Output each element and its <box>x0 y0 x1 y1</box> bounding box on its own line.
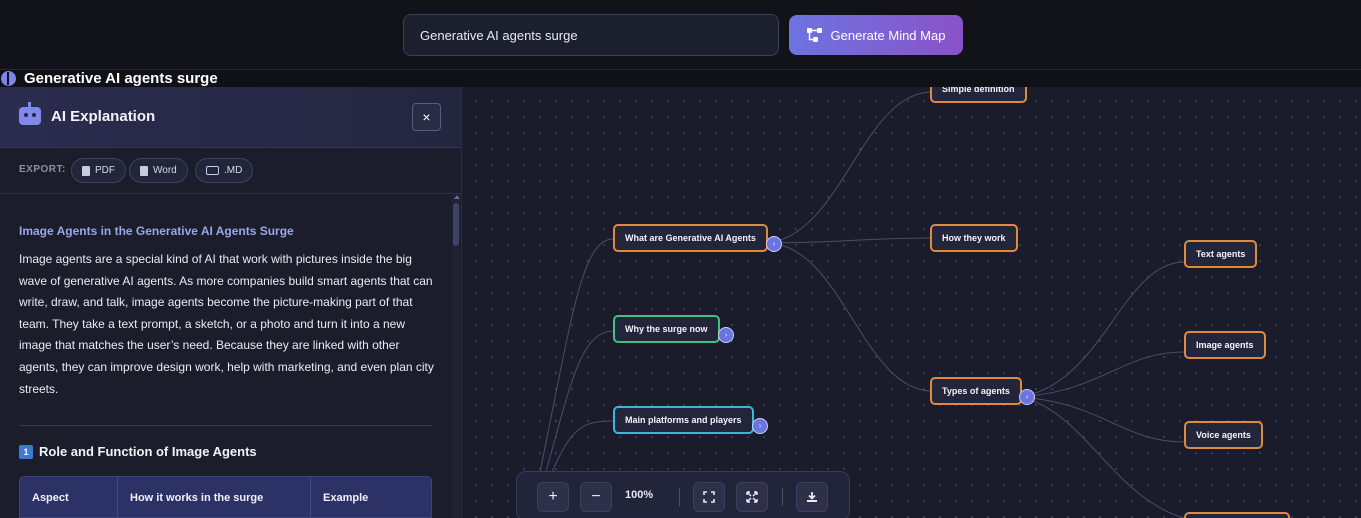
page-title-row: Generative AI agents surge <box>0 70 1361 87</box>
export-pdf-button[interactable]: PDF <box>71 158 126 183</box>
table-header-aspect: Aspect <box>20 477 118 517</box>
panel-title: AI Explanation <box>51 108 156 125</box>
zoom-in-button[interactable]: + <box>537 482 569 512</box>
table-header-how: How it works in the surge <box>118 477 311 517</box>
topic-input[interactable] <box>403 14 779 56</box>
node-types-of-agents[interactable]: Types of agents <box>930 377 1022 405</box>
pdf-file-icon <box>82 165 90 176</box>
toolbar-separator <box>782 488 783 506</box>
collapse-toggle-icon[interactable]: ‹ <box>1019 389 1035 405</box>
generate-mind-map-button[interactable]: Generate Mind Map <box>789 15 963 55</box>
node-voice-agents[interactable]: Voice agents <box>1184 421 1263 449</box>
section-title: Image Agents in the Generative AI Agents… <box>19 224 294 238</box>
close-panel-button[interactable]: × <box>412 103 441 131</box>
table-header-row: Aspect How it works in the surge Example <box>19 476 432 518</box>
panel-scrollbar[interactable] <box>452 195 460 518</box>
fit-screen-icon <box>703 491 715 503</box>
download-icon <box>807 492 817 502</box>
page-title: Generative AI agents surge <box>24 70 218 87</box>
export-md-label: .MD <box>224 165 243 176</box>
mind-map-icon <box>806 28 822 42</box>
explanation-content: Image Agents in the Generative AI Agents… <box>0 195 452 518</box>
explanation-paragraph: Image agents are a special kind of AI th… <box>19 252 434 396</box>
scrollbar-thumb[interactable] <box>453 203 459 246</box>
markdown-icon <box>206 166 219 175</box>
brain-icon <box>1 71 16 86</box>
scroll-up-arrow-icon[interactable] <box>454 195 460 199</box>
top-bar: Generate Mind Map <box>0 0 1361 70</box>
node-how-they-work[interactable]: How they work <box>930 224 1018 252</box>
toolbar-separator <box>679 488 680 506</box>
export-word-label: Word <box>153 165 177 176</box>
divider <box>19 425 432 426</box>
ai-explanation-panel: AI Explanation × EXPORT: PDF Word .MD Im… <box>0 87 462 518</box>
node-why-the-surge-now[interactable]: Why the surge now <box>613 315 720 343</box>
section-heading-text: Role and Function of Image Agents <box>39 444 257 459</box>
node-partial[interactable] <box>1184 512 1290 518</box>
section-heading: 1 Role and Function of Image Agents <box>19 444 257 459</box>
generate-button-label: Generate Mind Map <box>830 27 946 43</box>
export-label: EXPORT: <box>19 164 66 175</box>
export-md-button[interactable]: .MD <box>195 158 254 183</box>
download-button[interactable] <box>796 482 828 512</box>
node-simple-definition[interactable]: Simple definition <box>930 87 1027 103</box>
zoom-toolbar: + − 100% <box>516 471 850 518</box>
mind-map-edges <box>539 91 1185 518</box>
robot-icon <box>19 102 41 125</box>
mind-map-canvas[interactable]: Simple definition What are Generative AI… <box>462 87 1361 518</box>
export-word-button[interactable]: Word <box>129 158 188 183</box>
collapse-toggle-icon[interactable]: ‹ <box>766 236 782 252</box>
word-file-icon <box>140 165 148 176</box>
table-header-example: Example <box>323 492 369 504</box>
fullscreen-button[interactable] <box>736 482 768 512</box>
zoom-out-button[interactable]: − <box>580 482 612 512</box>
export-pdf-label: PDF <box>95 165 115 176</box>
fullscreen-icon <box>746 491 758 503</box>
export-toolbar: EXPORT: PDF Word .MD <box>0 148 461 194</box>
node-main-platforms-and-players[interactable]: Main platforms and players <box>613 406 754 434</box>
number-badge: 1 <box>19 444 33 459</box>
node-text-agents[interactable]: Text agents <box>1184 240 1258 268</box>
zoom-level: 100% <box>625 489 654 501</box>
panel-header: AI Explanation × <box>0 87 461 148</box>
fit-to-screen-button[interactable] <box>693 482 725 512</box>
expand-toggle-icon[interactable]: › <box>752 418 768 434</box>
expand-toggle-icon[interactable]: › <box>718 327 734 343</box>
node-what-are-generative-ai-agents[interactable]: What are Generative AI Agents <box>613 224 768 252</box>
node-image-agents[interactable]: Image agents <box>1184 331 1266 359</box>
